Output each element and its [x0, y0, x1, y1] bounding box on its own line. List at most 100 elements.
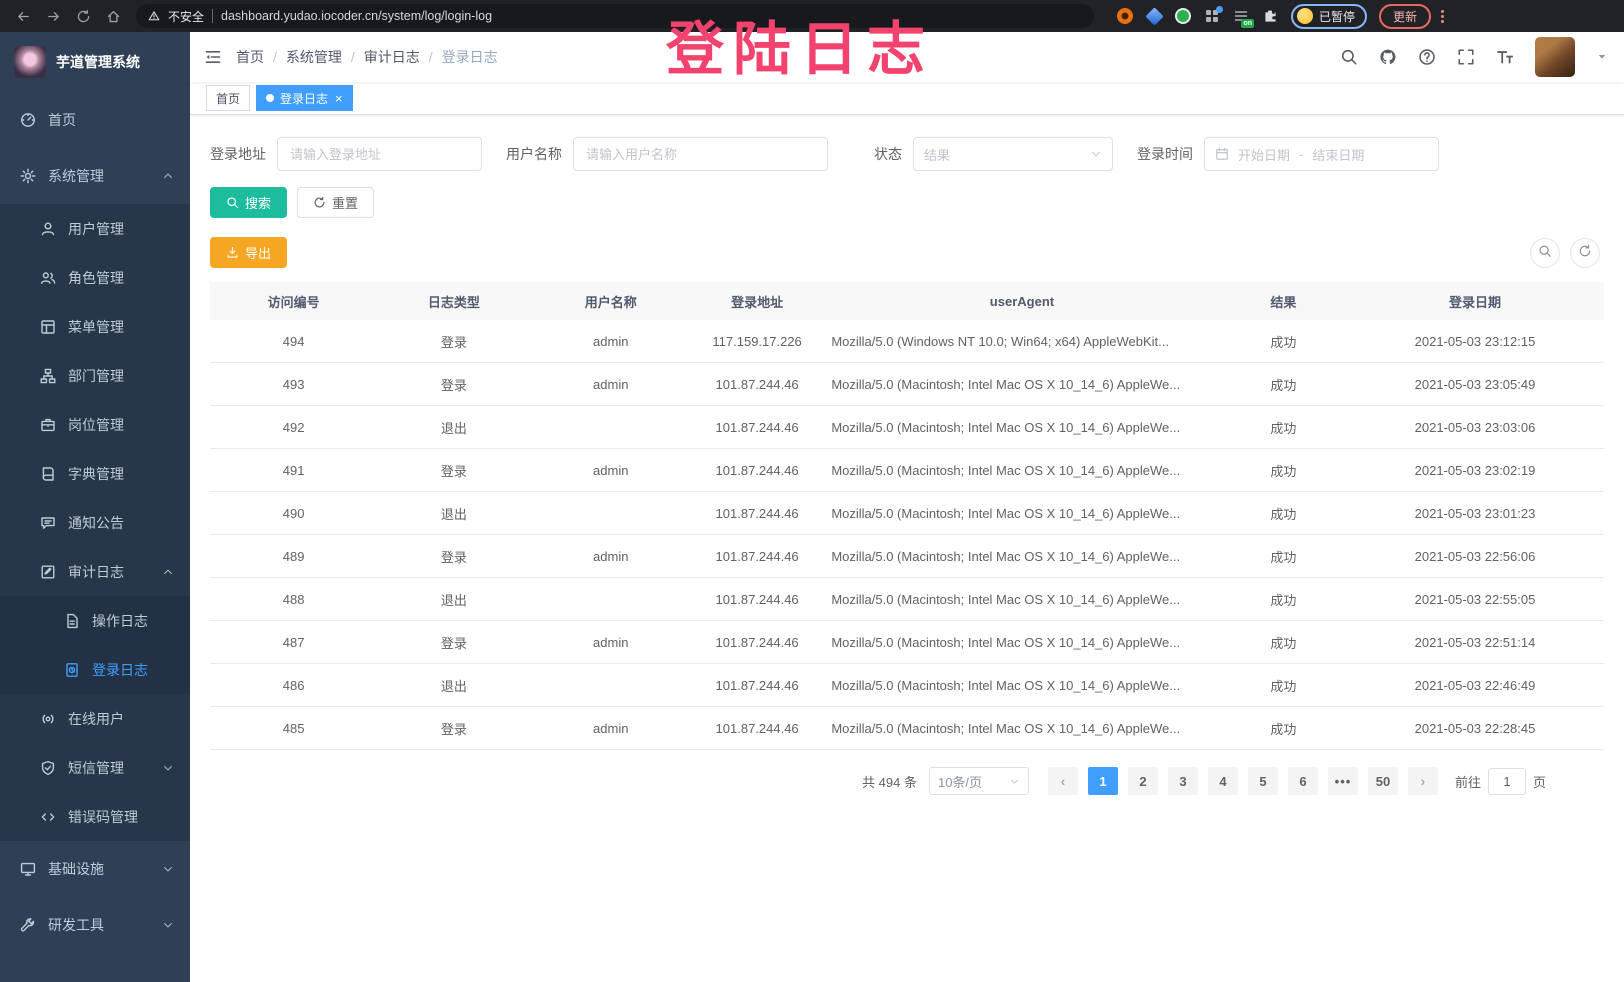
page-button[interactable]: 4: [1208, 767, 1238, 795]
filter-form: 登录地址 用户名称 状态 结果 登: [210, 137, 1604, 171]
list-extension-icon[interactable]: on: [1232, 7, 1250, 25]
sidebar-item[interactable]: 首页: [0, 92, 190, 148]
help-icon[interactable]: [1418, 48, 1436, 66]
sidebar-item[interactable]: 审计日志: [0, 547, 190, 596]
table-cell: 成功: [1221, 547, 1346, 566]
table-row[interactable]: 491登录admin101.87.244.46Mozilla/5.0 (Maci…: [210, 449, 1604, 492]
more-pages-button[interactable]: •••: [1328, 767, 1358, 795]
table-row[interactable]: 494登录admin117.159.17.226Mozilla/5.0 (Win…: [210, 320, 1604, 363]
puzzle-extension-icon[interactable]: [1261, 7, 1279, 25]
page-button[interactable]: 6: [1288, 767, 1318, 795]
not-secure-warning-icon: [148, 10, 160, 22]
sidebar-item[interactable]: 用户管理: [0, 204, 190, 253]
table-cell: 101.87.244.46: [691, 635, 823, 650]
table-row[interactable]: 487登录admin101.87.244.46Mozilla/5.0 (Maci…: [210, 621, 1604, 664]
table-cell: 退出: [377, 676, 530, 695]
caret-down-icon[interactable]: [1596, 51, 1608, 63]
sidebar-item[interactable]: 菜单管理: [0, 302, 190, 351]
orange-extension-icon[interactable]: [1116, 7, 1134, 25]
forward-icon[interactable]: [40, 4, 66, 28]
column-header: 结果: [1221, 292, 1346, 311]
hamburger-icon[interactable]: [204, 48, 222, 66]
sidebar-item[interactable]: 错误码管理: [0, 792, 190, 841]
role-users-icon: [40, 270, 56, 286]
table-row[interactable]: 485登录admin101.87.244.46Mozilla/5.0 (Maci…: [210, 707, 1604, 750]
green-circle-extension-icon[interactable]: [1174, 7, 1192, 25]
search-icon[interactable]: [1340, 48, 1358, 66]
goto-page-input[interactable]: [1488, 768, 1526, 795]
reset-button[interactable]: 重置: [297, 187, 374, 218]
font-size-icon[interactable]: [1496, 48, 1514, 66]
next-page-button[interactable]: ›: [1408, 767, 1438, 795]
table-cell: 490: [210, 506, 377, 521]
grid-extension-icon[interactable]: [1203, 7, 1221, 25]
table-row[interactable]: 490退出101.87.244.46Mozilla/5.0 (Macintosh…: [210, 492, 1604, 535]
page-button[interactable]: 2: [1128, 767, 1158, 795]
blue-gem-extension-icon[interactable]: [1145, 7, 1163, 25]
sidebar-item[interactable]: 短信管理: [0, 743, 190, 792]
export-button[interactable]: 导出: [210, 237, 287, 268]
page-button[interactable]: 5: [1248, 767, 1278, 795]
table-cell: 486: [210, 678, 377, 693]
sidebar-item[interactable]: 岗位管理: [0, 400, 190, 449]
search-button[interactable]: 搜索: [210, 187, 287, 218]
gear-icon: [20, 168, 36, 184]
page-button[interactable]: 1: [1088, 767, 1118, 795]
status-select[interactable]: 结果: [913, 137, 1113, 171]
login-address-input[interactable]: [277, 137, 482, 171]
table-row[interactable]: 493登录admin101.87.244.46Mozilla/5.0 (Maci…: [210, 363, 1604, 406]
prev-page-button[interactable]: ‹: [1048, 767, 1078, 795]
table-tools: [1530, 238, 1600, 268]
profile-paused-chip[interactable]: 已暂停: [1291, 4, 1367, 29]
sidebar-item[interactable]: 操作日志: [0, 596, 190, 645]
table-cell: 成功: [1221, 461, 1346, 480]
page-button[interactable]: 3: [1168, 767, 1198, 795]
url-text[interactable]: dashboard.yudao.iocoder.cn/system/log/lo…: [221, 9, 492, 23]
table-cell: 成功: [1221, 590, 1346, 609]
sidebar-item[interactable]: 登录日志: [0, 645, 190, 694]
toggle-search-button[interactable]: [1530, 238, 1560, 268]
sidebar-item[interactable]: 基础设施: [0, 841, 190, 897]
username-input[interactable]: [573, 137, 828, 171]
date-range-picker[interactable]: 开始日期 - 结束日期: [1204, 137, 1439, 171]
sidebar-item[interactable]: 在线用户: [0, 694, 190, 743]
sidebar-item[interactable]: 部门管理: [0, 351, 190, 400]
table-cell: 101.87.244.46: [691, 592, 823, 607]
sidebar-item[interactable]: 研发工具: [0, 897, 190, 953]
user-avatar[interactable]: [1535, 37, 1575, 77]
back-icon[interactable]: [10, 4, 36, 28]
page-button[interactable]: 50: [1368, 767, 1398, 795]
breadcrumb-item[interactable]: 审计日志: [364, 47, 420, 67]
breadcrumb-item[interactable]: 首页: [236, 47, 264, 67]
close-icon[interactable]: ×: [335, 92, 343, 105]
sidebar-item[interactable]: 通知公告: [0, 498, 190, 547]
address-bar[interactable]: 不安全 dashboard.yudao.iocoder.cn/system/lo…: [136, 4, 1094, 28]
table-row[interactable]: 486退出101.87.244.46Mozilla/5.0 (Macintosh…: [210, 664, 1604, 707]
breadcrumb-item[interactable]: 系统管理: [286, 47, 342, 67]
table-cell: admin: [531, 635, 691, 650]
table-cell: 登录: [377, 332, 530, 351]
sidebar-item[interactable]: 角色管理: [0, 253, 190, 302]
sidebar-item[interactable]: 字典管理: [0, 449, 190, 498]
view-tag[interactable]: 首页: [206, 85, 250, 111]
date-separator: -: [1299, 147, 1303, 162]
view-tag-label: 首页: [216, 90, 240, 107]
table-row[interactable]: 488退出101.87.244.46Mozilla/5.0 (Macintosh…: [210, 578, 1604, 621]
table-header-row: 访问编号日志类型用户名称登录地址userAgent结果登录日期: [210, 282, 1604, 320]
fullscreen-icon[interactable]: [1457, 48, 1475, 66]
sidebar-item[interactable]: 系统管理: [0, 148, 190, 204]
table-row[interactable]: 492退出101.87.244.46Mozilla/5.0 (Macintosh…: [210, 406, 1604, 449]
table-row[interactable]: 489登录admin101.87.244.46Mozilla/5.0 (Maci…: [210, 535, 1604, 578]
table-cell: 登录: [377, 375, 530, 394]
home-icon[interactable]: [100, 4, 126, 28]
table-cell: admin: [531, 377, 691, 392]
browser-menu-icon[interactable]: [1441, 10, 1444, 23]
page-size-select[interactable]: 10条/页: [929, 767, 1029, 795]
reload-icon[interactable]: [70, 4, 96, 28]
refresh-table-button[interactable]: [1570, 238, 1600, 268]
edit-log-icon: [40, 564, 56, 580]
sidebar-logo-row[interactable]: 芋道管理系统: [0, 32, 190, 92]
update-button[interactable]: 更新: [1379, 4, 1431, 29]
view-tag[interactable]: 登录日志×: [256, 85, 353, 111]
github-icon[interactable]: [1379, 48, 1397, 66]
